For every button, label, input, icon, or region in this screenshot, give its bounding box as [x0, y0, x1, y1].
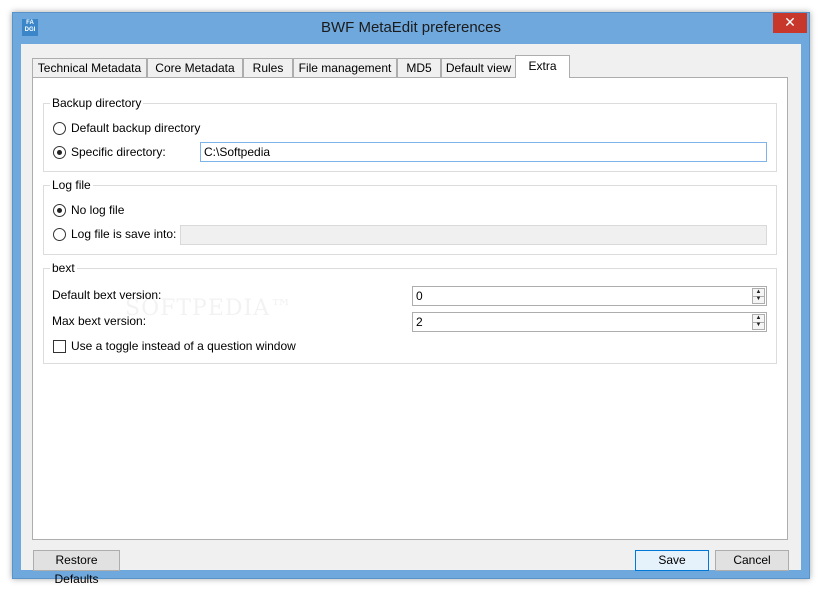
tab-technical-metadata[interactable]: Technical Metadata [32, 58, 147, 77]
default-bext-version-label: Default bext version: [52, 288, 162, 302]
tab-rules[interactable]: Rules [243, 58, 293, 77]
backup-directory-title: Backup directory [50, 96, 144, 110]
bext-title: bext [50, 261, 77, 275]
no-log-file-radio[interactable] [53, 204, 66, 217]
tab-pane-extra: SOFTPEDIA™ Backup directory Default back… [32, 77, 788, 540]
specific-directory-label: Specific directory: [71, 145, 166, 159]
save-button[interactable]: Save [635, 550, 709, 571]
tab-file-management[interactable]: File management [293, 58, 397, 77]
default-bext-version-value: 0 [416, 289, 423, 303]
tab-md5[interactable]: MD5 [397, 58, 441, 77]
tab-default-view[interactable]: Default view [441, 58, 516, 77]
default-bext-spin-buttons: ▲ ▼ [752, 288, 765, 304]
max-bext-version-spinbox[interactable]: 2 ▲ ▼ [412, 312, 767, 332]
spin-down-arrow-icon[interactable]: ▼ [753, 296, 764, 303]
window-title: BWF MetaEdit preferences [320, 19, 502, 36]
spin-down-arrow-icon[interactable]: ▼ [753, 322, 764, 329]
backup-directory-group: Backup directory Default backup director… [43, 96, 777, 172]
cancel-button[interactable]: Cancel [715, 550, 789, 571]
specific-directory-input[interactable]: C:\Softpedia [200, 142, 767, 162]
use-toggle-checkbox[interactable] [53, 340, 66, 353]
log-file-save-label: Log file is save into: [71, 227, 177, 241]
bext-group: bext Default bext version: 0 ▲ ▼ Max bex… [43, 261, 777, 364]
log-file-title: Log file [50, 178, 93, 192]
close-icon: ✕ [784, 14, 796, 30]
title-bar[interactable]: FA DGI BWF MetaEdit preferences ✕ [13, 13, 809, 44]
no-log-file-label: No log file [71, 203, 125, 217]
max-bext-version-label: Max bext version: [52, 314, 147, 328]
tab-core-metadata[interactable]: Core Metadata [147, 58, 243, 77]
preferences-window: FA DGI BWF MetaEdit preferences ✕ Techni… [12, 12, 810, 586]
specific-directory-radio[interactable] [53, 146, 66, 159]
log-file-path-input[interactable] [180, 225, 767, 245]
close-button[interactable]: ✕ [773, 13, 807, 33]
log-file-group: Log file No log file Log file is save in… [43, 178, 777, 255]
tab-extra[interactable]: Extra [515, 55, 570, 78]
max-bext-version-value: 2 [416, 315, 423, 329]
use-toggle-label: Use a toggle instead of a question windo… [71, 339, 296, 353]
log-file-save-radio[interactable] [53, 228, 66, 241]
restore-defaults-button[interactable]: Restore Defaults [33, 550, 120, 586]
max-bext-spin-buttons: ▲ ▼ [752, 314, 765, 330]
default-backup-label: Default backup directory [71, 121, 201, 135]
default-bext-version-spinbox[interactable]: 0 ▲ ▼ [412, 286, 767, 306]
default-backup-radio[interactable] [53, 122, 66, 135]
dialog-client-area: Technical Metadata Core Metadata Rules F… [21, 44, 801, 586]
